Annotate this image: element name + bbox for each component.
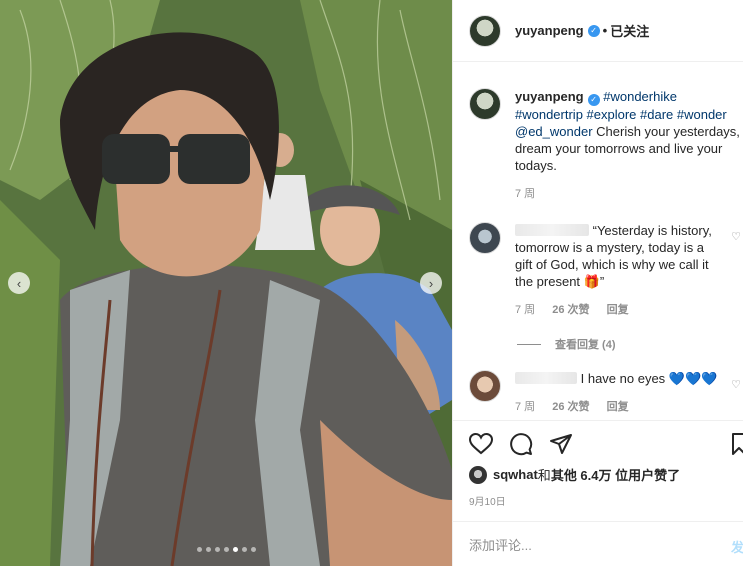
like-comment-heart-icon[interactable]: ♡ [731, 378, 741, 391]
caption-time[interactable]: 7 周 [515, 188, 535, 200]
liker-username[interactable]: sqwhat [493, 467, 538, 482]
avatar[interactable] [469, 88, 501, 120]
carousel-dot-active [232, 547, 238, 552]
blurred-username [515, 224, 589, 236]
reply-button[interactable]: 回复 [607, 304, 629, 316]
post-header: yuyanpeng ✓ • 已关注 · [453, 0, 743, 62]
carousel-indicator [0, 547, 452, 552]
hashtag-link[interactable]: #wonderhike [603, 89, 677, 104]
view-replies-button[interactable]: 查看回复 (4) [517, 336, 616, 352]
comment-time[interactable]: 7 周 [515, 304, 535, 316]
carousel-dot [205, 547, 211, 552]
comment-likes[interactable]: 26 次赞 [552, 304, 589, 316]
carousel-dot [196, 547, 202, 552]
hashtag-links[interactable]: #wondertrip #explore #dare #wonder [515, 106, 740, 123]
chevron-left-icon: ‹ [16, 275, 22, 291]
author-username[interactable]: yuyanpeng [515, 23, 584, 38]
mention-link[interactable]: @ed_wonder [515, 124, 593, 139]
photo-illustration [0, 0, 452, 566]
carousel-dot [214, 547, 220, 552]
caption-username[interactable]: yuyanpeng [515, 89, 584, 104]
reply-button[interactable]: 回复 [607, 401, 629, 413]
heart-icon[interactable] [469, 433, 493, 455]
comment-likes[interactable]: 26 次赞 [552, 401, 589, 413]
replies-divider [517, 343, 541, 345]
add-comment-bar: 添加评论... 发 [453, 521, 743, 566]
comments-section[interactable]: yuyanpeng ✓ #wonderhike #wondertrip #expl… [453, 62, 743, 420]
comment-item: “Yesterday is history, tomorrow is a mys… [469, 222, 743, 319]
likes-suffix: 赞了 [654, 468, 681, 483]
bookmark-icon[interactable] [732, 433, 743, 455]
verified-badge-icon: ✓ [587, 94, 600, 106]
carousel-dot [223, 547, 229, 552]
next-photo-button[interactable]: › [420, 272, 442, 294]
avatar[interactable] [469, 14, 501, 47]
following-button[interactable]: 已关注 [610, 21, 649, 40]
comment-icon[interactable] [509, 432, 533, 456]
post-actions: sqwhat 和 其他 6.4万 位用户 赞了 9月10日 添加评论... 发 [453, 420, 743, 566]
prev-photo-button[interactable]: ‹ [8, 272, 30, 294]
liker-avatar [469, 465, 487, 484]
avatar[interactable] [469, 370, 501, 402]
carousel-dot [241, 547, 247, 552]
chevron-right-icon: › [428, 275, 434, 291]
post-photo[interactable]: ‹ › [0, 0, 452, 566]
carousel-dot [250, 547, 256, 552]
comment-text: I have no eyes 💙💙💙 [580, 371, 718, 386]
likes-and: 和 [537, 468, 551, 483]
comment-time[interactable]: 7 周 [515, 401, 535, 413]
header-separator: • [602, 23, 608, 38]
post-date[interactable]: 9月10日 [469, 493, 506, 508]
avatar[interactable] [469, 222, 501, 254]
view-replies-label: 查看回复 (4) [555, 339, 616, 351]
verified-badge-icon: ✓ [587, 24, 600, 37]
like-comment-heart-icon[interactable]: ♡ [731, 230, 741, 243]
post-comment-button[interactable]: 发 [731, 537, 743, 556]
paper-plane-icon[interactable] [549, 433, 573, 455]
likes-others[interactable]: 其他 6.4万 位用户 [551, 465, 654, 484]
comment-item: I have no eyes 💙💙💙 7 周 26 次赞 回复 ♡ [469, 370, 743, 416]
blurred-username [515, 372, 577, 384]
post-sidebar: yuyanpeng ✓ • 已关注 · yuyanpeng✓ #wonderhi… [452, 0, 743, 566]
comment-input[interactable]: 添加评论... [469, 535, 532, 554]
post-caption: yuyanpeng ✓ #wonderhike #wondertrip #expl… [469, 88, 743, 203]
likes-summary[interactable]: sqwhat 和 其他 6.4万 位用户 赞了 [469, 465, 680, 484]
